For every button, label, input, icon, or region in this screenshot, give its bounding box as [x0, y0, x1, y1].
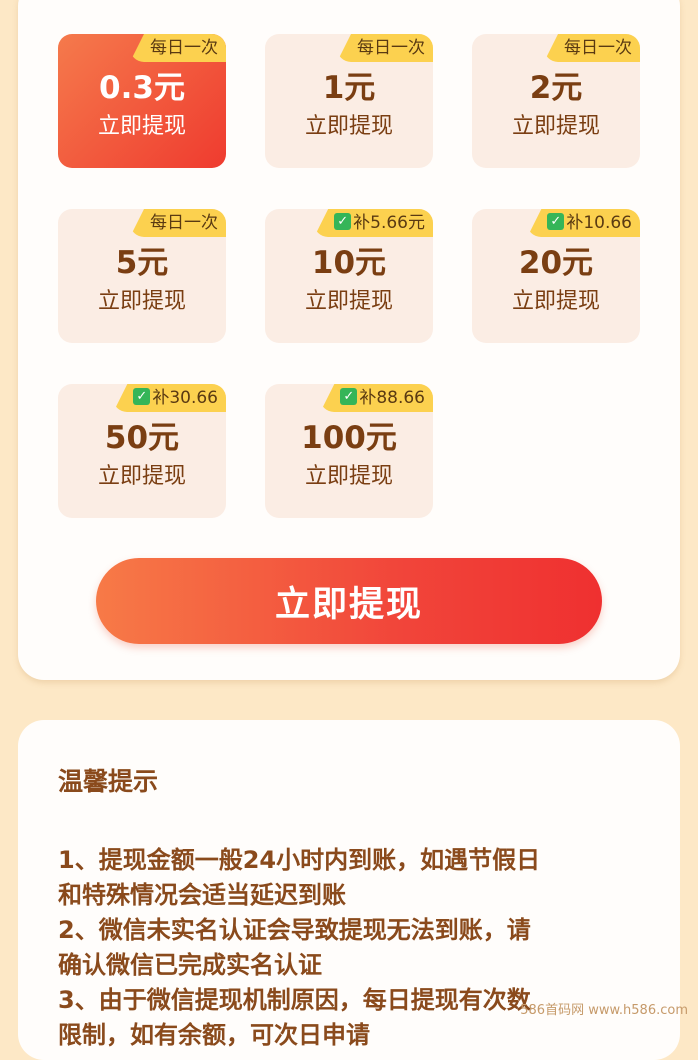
tip-line: 限制，如有余额，可次日申请 — [58, 1021, 370, 1049]
daily-once-badge: 每日一次 — [337, 34, 433, 62]
option-label: 立即提现 — [97, 464, 186, 489]
check-icon: ✓ — [340, 388, 358, 405]
check-icon: ✓ — [547, 213, 565, 230]
site-watermark: 586首码网 www.h586.com — [520, 1003, 688, 1018]
option-amount: 10元 — [311, 245, 387, 281]
option-label: 立即提现 — [304, 464, 393, 489]
badge-text: 补5.66元 — [353, 213, 425, 233]
badge-text: 补88.66 — [359, 388, 425, 408]
option-amount: 5元 — [115, 245, 169, 281]
option-label: 立即提现 — [97, 114, 186, 139]
bonus-badge: ✓ 补10.66 — [527, 209, 640, 237]
option-amount: 2元 — [529, 70, 583, 106]
option-label: 立即提现 — [304, 289, 393, 314]
withdraw-option-5[interactable]: 每日一次 5元 立即提现 — [58, 209, 226, 343]
badge-text: 补30.66 — [152, 388, 218, 408]
check-icon: ✓ — [133, 388, 151, 405]
tip-line: 和特殊情况会适当延迟到账 — [58, 881, 346, 909]
withdraw-option-20[interactable]: ✓ 补10.66 20元 立即提现 — [472, 209, 640, 343]
badge-text: 每日一次 — [150, 213, 218, 233]
option-amount: 0.3元 — [99, 70, 185, 106]
withdraw-option-2[interactable]: 每日一次 2元 立即提现 — [472, 34, 640, 168]
withdraw-option-50[interactable]: ✓ 补30.66 50元 立即提现 — [58, 384, 226, 518]
option-label: 立即提现 — [511, 114, 600, 139]
tip-line: 2、微信未实名认证会导致提现无法到账，请 — [58, 916, 531, 944]
option-label: 立即提现 — [97, 289, 186, 314]
withdraw-option-100[interactable]: ✓ 补88.66 100元 立即提现 — [265, 384, 433, 518]
bonus-badge: ✓ 补5.66元 — [314, 209, 433, 237]
withdraw-now-button[interactable]: 立即提现 — [96, 558, 602, 644]
option-amount: 20元 — [518, 245, 594, 281]
daily-once-badge: 每日一次 — [130, 34, 226, 62]
tip-line: 确认微信已完成实名认证 — [58, 951, 322, 979]
option-label: 立即提现 — [304, 114, 393, 139]
bonus-badge: ✓ 补30.66 — [113, 384, 226, 412]
check-icon: ✓ — [334, 213, 352, 230]
badge-text: 每日一次 — [357, 38, 425, 58]
withdraw-option-0.3[interactable]: 每日一次 0.3元 立即提现 — [58, 34, 226, 168]
bonus-badge: ✓ 补88.66 — [320, 384, 433, 412]
badge-text: 每日一次 — [150, 38, 218, 58]
tip-line: 1、提现金额一般24小时内到账，如遇节假日 — [58, 846, 541, 874]
withdraw-option-1[interactable]: 每日一次 1元 立即提现 — [265, 34, 433, 168]
daily-once-badge: 每日一次 — [544, 34, 640, 62]
option-amount: 100元 — [301, 420, 397, 456]
tips-title: 温馨提示 — [58, 767, 159, 796]
badge-text: 补10.66 — [566, 213, 632, 233]
option-amount: 1元 — [322, 70, 376, 106]
badge-text: 每日一次 — [564, 38, 632, 58]
daily-once-badge: 每日一次 — [130, 209, 226, 237]
option-amount: 50元 — [104, 420, 180, 456]
option-label: 立即提现 — [511, 289, 600, 314]
withdraw-option-10[interactable]: ✓ 补5.66元 10元 立即提现 — [265, 209, 433, 343]
